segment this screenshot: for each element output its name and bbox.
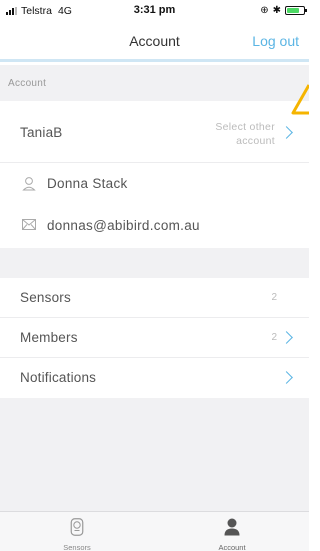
full-name-row: Donna Stack [0,164,309,204]
email-row: donnas@abibird.com.au [0,204,309,248]
select-other-line1: Select other [215,121,275,133]
chevron-right-icon [280,126,293,139]
tab-sensors[interactable]: Sensors [0,512,154,551]
menu-item-label: Sensors [20,290,71,305]
account-section-header: Account [0,65,309,101]
select-other-account-link[interactable]: Select other account [185,120,275,148]
email-text: donnas@abibird.com.au [47,218,200,233]
tab-label: Account [218,543,246,551]
tab-account[interactable]: Account [155,512,309,551]
content-background [0,398,309,511]
tab-label: Sensors [63,543,91,551]
menu-item-label: Members [20,330,78,345]
tab-bar: Sensors Account [0,511,309,551]
bluetooth-icon: ✱ [272,5,281,16]
location-icon: ⊕ [260,5,269,16]
battery-icon [285,6,307,15]
status-bar: Telstra 4G 3:31 pm ⊕ ✱ [0,0,309,22]
select-other-line2: account [236,135,275,147]
section-header-label: Account [8,78,47,89]
menu-item-notifications[interactable]: Notifications [0,358,309,398]
nav-bar: Account Log out [0,22,309,62]
status-right: ⊕ ✱ [260,5,307,16]
full-name-text: Donna Stack [47,176,128,191]
menu-item-members[interactable]: Members 2 [0,318,309,358]
person-icon [224,518,240,536]
menu-item-count: 2 [271,292,277,303]
chevron-right-icon [280,331,293,344]
menu-item-sensors[interactable]: Sensors 2 [0,278,309,318]
warning-triangle-icon [291,84,309,115]
sensor-icon [70,518,84,536]
menu-item-count: 2 [271,332,277,343]
envelope-icon [22,219,36,230]
account-switch-row[interactable]: TaniaB Select other account [0,101,309,163]
logout-button[interactable]: Log out [252,33,299,49]
menu-item-label: Notifications [20,370,97,385]
section-spacer [0,248,309,278]
username-label: TaniaB [20,125,63,140]
chevron-right-icon [280,371,293,384]
person-outline-icon [22,177,36,191]
